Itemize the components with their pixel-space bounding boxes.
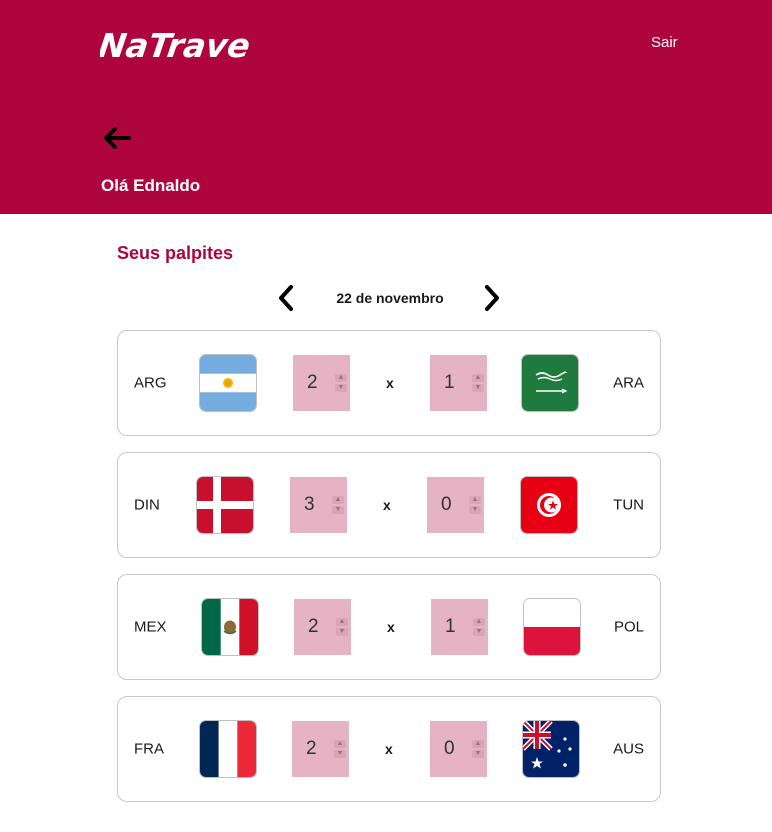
home-team-code: FRA [134,740,164,758]
away-team-code: TUN [613,496,644,514]
section-title: Seus palpites [117,243,234,263]
france-flag-icon [200,721,256,777]
home-score-stepper[interactable]: ▲ ▼ [334,355,348,411]
logo-text: NaTrave [100,26,253,64]
home-score-stepper[interactable]: ▲ ▼ [333,721,347,777]
away-score-stepper[interactable]: ▲ ▼ [471,355,485,411]
home-team-code: DIN [134,496,160,514]
match-card: DIN ▲▼ x ▲▼ TUN [117,452,661,558]
away-team-code: AUS [613,740,644,758]
logout-link[interactable]: Sair [651,34,678,51]
away-score-stepper[interactable]: ▲ ▼ [472,599,486,655]
header-bar: NaTrave Sair Olá Ednaldo [0,0,772,214]
back-arrow-icon[interactable] [101,124,133,152]
home-score-stepper[interactable]: ▲ ▼ [335,599,349,655]
tunisia-flag-icon [521,477,577,533]
home-team-code: ARG [134,374,167,392]
poland-flag-icon [524,599,580,655]
versus-separator: x [383,497,391,513]
australia-flag-icon [523,721,579,777]
next-date-chevron-icon[interactable] [481,284,503,312]
versus-separator: x [387,619,395,635]
away-team-code: POL [613,618,644,636]
versus-separator: x [386,375,394,391]
denmark-flag-icon [197,477,253,533]
away-score-stepper[interactable]: ▲ ▼ [471,721,485,777]
date-navigator: 22 de novembro [275,284,505,314]
away-score-stepper[interactable]: ▲ ▼ [468,477,482,533]
match-card: ARG ▲▼ x ▲▼ ARA [117,330,661,436]
home-score-stepper[interactable]: ▲ ▼ [331,477,345,533]
versus-separator: x [385,741,393,757]
match-card: MEX ▲▼ x ▲▼ POL [117,574,661,680]
home-team-code: MEX [134,618,167,636]
argentina-flag-icon [200,355,256,411]
user-greeting: Olá Ednaldo [101,176,201,195]
saudi-arabia-flag-icon [522,355,578,411]
match-card: FRA ▲▼ x ▲▼ AUS [117,696,661,802]
natrave-logo[interactable]: NaTrave [100,22,260,64]
mexico-flag-icon [202,599,258,655]
away-team-code: ARA [613,374,644,392]
current-date-label: 22 de novembro [336,290,444,306]
